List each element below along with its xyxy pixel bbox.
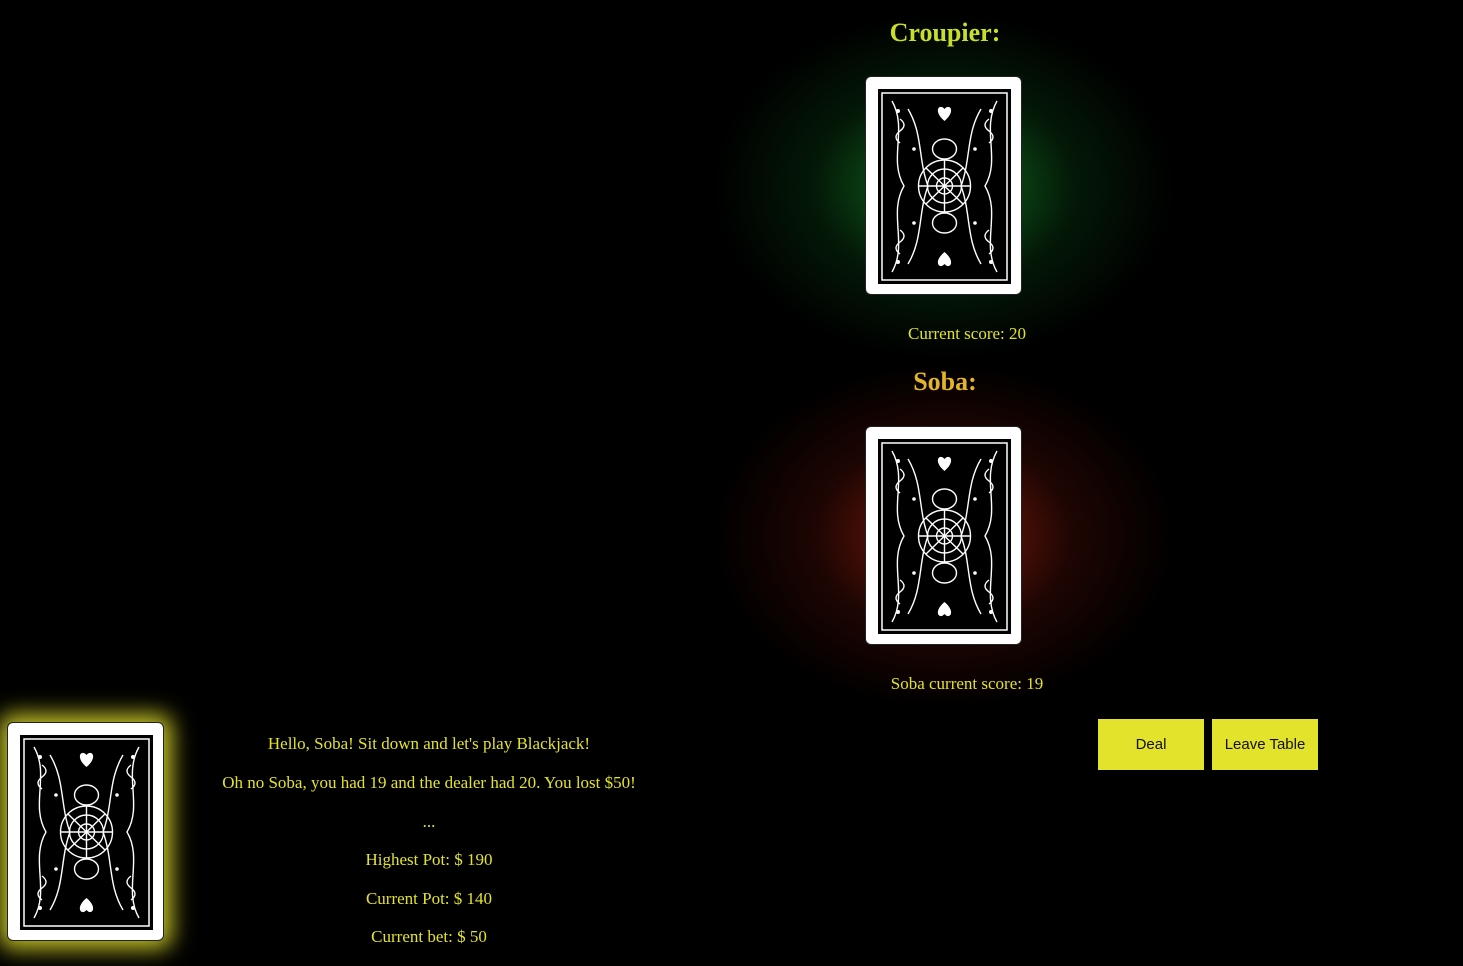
current-pot: Current Pot: $ 140	[365, 889, 493, 908]
deck-card[interactable]	[7, 722, 164, 941]
player-card-back	[865, 426, 1022, 645]
current-bet: Current bet: $ 50	[371, 927, 487, 946]
ellipsis-message: ...	[422, 812, 436, 831]
dealer-card-back	[865, 76, 1022, 295]
card-back-pattern-icon	[20, 735, 153, 930]
dealer-score: Current score: 20	[907, 324, 1027, 343]
blackjack-table: Croupier: Current score: 20 Soba: Soba c…	[0, 0, 1463, 966]
player-heading: Soba:	[913, 367, 977, 396]
result-message: Oh no Soba, you had 19 and the dealer ha…	[222, 773, 636, 792]
deal-button[interactable]: Deal	[1098, 719, 1204, 770]
player-score: Soba current score: 19	[890, 674, 1044, 693]
highest-pot: Highest Pot: $ 190	[365, 850, 493, 869]
card-back-pattern-icon	[878, 439, 1011, 634]
card-back-pattern-icon	[878, 89, 1011, 284]
leave-table-button[interactable]: Leave Table	[1212, 719, 1318, 770]
greeting-message: Hello, Soba! Sit down and let's play Bla…	[267, 734, 591, 753]
dealer-heading: Croupier:	[889, 18, 1001, 47]
